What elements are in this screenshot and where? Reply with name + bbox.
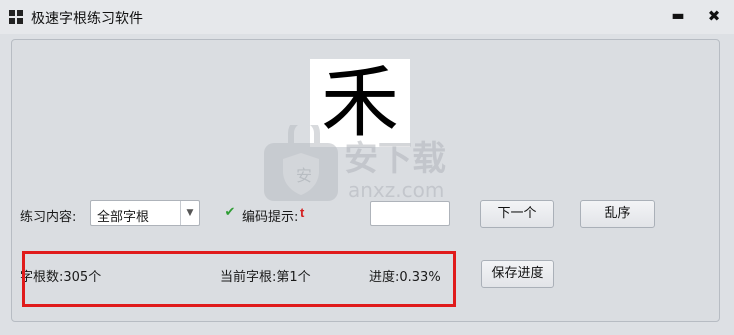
minimize-button[interactable]: ▬	[665, 4, 691, 28]
radical-character: 禾	[320, 58, 399, 148]
progress-text: 进度:0.33%	[369, 270, 441, 285]
radical-display: 禾	[310, 59, 410, 147]
minimize-icon: ▬	[671, 8, 685, 24]
current-radical-text: 当前字根:第1个	[220, 270, 311, 285]
answer-input[interactable]	[370, 201, 450, 226]
practice-content-label: 练习内容:	[20, 210, 77, 225]
title-bar[interactable]: 极速字根练习软件 ▬ ✖	[0, 0, 734, 34]
chevron-down-icon[interactable]: ▼	[180, 201, 199, 225]
shuffle-button[interactable]: 乱序	[580, 200, 655, 228]
code-hint-label: 编码提示:	[242, 210, 299, 225]
close-icon: ✖	[707, 7, 721, 25]
window-title: 极速字根练习软件	[31, 11, 143, 27]
code-hint-checkbox[interactable]: ✔	[223, 206, 237, 220]
close-button[interactable]: ✖	[701, 4, 727, 28]
save-progress-button[interactable]: 保存进度	[481, 260, 554, 288]
app-window: 极速字根练习软件 ▬ ✖ 禾 安 安下载 anxz.com 练习内容: 全部字根…	[0, 0, 734, 335]
radical-count-text: 字根数:305个	[20, 270, 102, 285]
practice-content-value: 全部字根	[97, 210, 150, 225]
code-hint-value: t	[300, 205, 305, 220]
practice-content-select[interactable]: 全部字根 ▼	[90, 200, 200, 226]
app-grid-icon	[9, 10, 23, 24]
next-button[interactable]: 下一个	[480, 200, 554, 228]
checkmark-icon: ✔	[224, 205, 236, 220]
